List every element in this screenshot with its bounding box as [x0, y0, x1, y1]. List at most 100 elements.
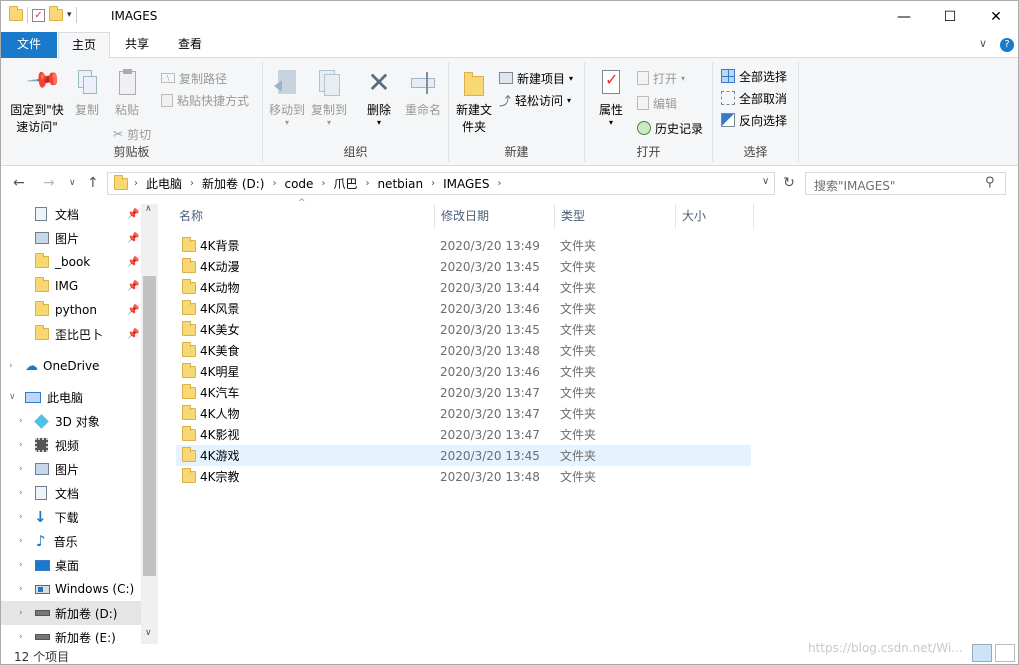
paste-button[interactable]: 粘贴: [109, 68, 145, 119]
table-row[interactable]: 4K美女 2020/3/20 13:45 文件夹: [176, 319, 751, 340]
nav-item-drive-e[interactable]: › 新加卷 (E:): [1, 625, 141, 646]
chevron-right-icon[interactable]: ›: [495, 178, 503, 189]
move-to-button[interactable]: 移动到 ▾: [267, 68, 307, 127]
new-item-button[interactable]: 新建项目 ▾: [499, 68, 573, 88]
nav-item-documents[interactable]: 文档 📌: [1, 202, 141, 226]
table-row[interactable]: 4K游戏 2020/3/20 13:45 文件夹: [176, 445, 751, 466]
nav-item-music[interactable]: › ♪ 音乐: [1, 529, 141, 553]
breadcrumb-paba[interactable]: 爪巴: [327, 175, 363, 192]
pin-icon[interactable]: 📌: [127, 209, 139, 220]
open-button[interactable]: 打开 ▾: [637, 68, 685, 88]
pin-icon[interactable]: 📌: [127, 257, 139, 268]
forward-arrow-icon[interactable]: →: [43, 175, 55, 191]
search-icon[interactable]: ⚲: [985, 175, 995, 190]
details-view-icon[interactable]: [972, 644, 992, 662]
properties-button[interactable]: ✓ 属性 ▾: [591, 68, 631, 127]
column-header-date[interactable]: 修改日期: [435, 204, 555, 229]
address-bar[interactable]: › 此电脑 › 新加卷 (D:) › code › 爪巴 › netbian ›…: [107, 172, 775, 195]
chevron-right-icon[interactable]: ›: [19, 464, 23, 474]
nav-item-desktop[interactable]: › 桌面: [1, 553, 141, 577]
chevron-right-icon[interactable]: ›: [363, 178, 371, 189]
paste-shortcut-button[interactable]: 粘贴快捷方式: [161, 90, 249, 110]
chevron-right-icon[interactable]: ›: [19, 632, 23, 642]
table-row[interactable]: 4K汽车 2020/3/20 13:47 文件夹: [176, 382, 751, 403]
tab-share[interactable]: 共享: [113, 32, 161, 58]
breadcrumb-code[interactable]: code: [278, 177, 319, 191]
nav-scrollbar[interactable]: ∧ ∨: [141, 204, 158, 644]
table-row[interactable]: 4K风景 2020/3/20 13:46 文件夹: [176, 298, 751, 319]
pin-icon[interactable]: 📌: [127, 305, 139, 316]
chevron-right-icon[interactable]: ›: [19, 512, 23, 522]
nav-item-waibibabu[interactable]: 歪比巴卜 📌: [1, 322, 141, 346]
chevron-right-icon[interactable]: ›: [19, 488, 23, 498]
history-button[interactable]: 历史记录: [637, 118, 703, 138]
nav-item-pc-pictures[interactable]: › 图片: [1, 457, 141, 481]
collapse-ribbon-icon[interactable]: ∨: [979, 37, 987, 50]
table-row[interactable]: 4K明星 2020/3/20 13:46 文件夹: [176, 361, 751, 382]
chevron-right-icon[interactable]: ›: [19, 440, 23, 450]
customize-qat-icon[interactable]: ▾: [67, 10, 72, 20]
table-row[interactable]: 4K动漫 2020/3/20 13:45 文件夹: [176, 256, 751, 277]
large-icons-view-icon[interactable]: [995, 644, 1015, 662]
table-row[interactable]: 4K人物 2020/3/20 13:47 文件夹: [176, 403, 751, 424]
pin-icon[interactable]: 📌: [127, 233, 139, 244]
chevron-right-icon[interactable]: ›: [319, 178, 327, 189]
invert-selection-button[interactable]: 反向选择: [721, 110, 787, 130]
nav-item-python[interactable]: python 📌: [1, 298, 141, 322]
nav-item-videos[interactable]: › 视频: [1, 433, 141, 457]
up-arrow-icon[interactable]: ↑: [87, 175, 99, 191]
copy-path-button[interactable]: \ 复制路径: [161, 68, 227, 88]
search-input[interactable]: 搜索"IMAGES": [805, 172, 1006, 195]
help-icon[interactable]: ?: [1000, 38, 1014, 52]
cut-button[interactable]: ✂ 剪切: [113, 124, 151, 144]
table-row[interactable]: 4K动物 2020/3/20 13:44 文件夹: [176, 277, 751, 298]
nav-item-pictures[interactable]: 图片 📌: [1, 226, 141, 250]
pin-icon[interactable]: 📌: [127, 329, 139, 340]
chevron-right-icon[interactable]: ›: [429, 178, 437, 189]
table-row[interactable]: 4K影视 2020/3/20 13:47 文件夹: [176, 424, 751, 445]
scroll-up-icon[interactable]: ∧: [145, 204, 152, 214]
scroll-down-icon[interactable]: ∨: [145, 628, 152, 638]
table-row[interactable]: 4K宗教 2020/3/20 13:48 文件夹: [176, 466, 751, 487]
select-none-button[interactable]: 全部取消: [721, 88, 787, 108]
column-header-name[interactable]: 名称: [173, 204, 435, 229]
tab-home[interactable]: 主页: [58, 32, 110, 59]
nav-item-pc-documents[interactable]: › 文档: [1, 481, 141, 505]
delete-button[interactable]: ✕ 删除 ▾: [359, 68, 399, 127]
new-folder-button[interactable]: 新建文件夹: [453, 70, 495, 136]
nav-item-drive-c[interactable]: › Windows (C:): [1, 577, 141, 601]
new-folder-icon[interactable]: [49, 6, 63, 21]
recent-locations-chevron-icon[interactable]: ∨: [69, 178, 76, 188]
nav-item-img[interactable]: IMG 📌: [1, 274, 141, 298]
chevron-right-icon[interactable]: ›: [188, 178, 196, 189]
column-header-size[interactable]: 大小: [676, 204, 754, 229]
close-button[interactable]: ✕: [973, 1, 1018, 32]
tab-file[interactable]: 文件: [1, 32, 57, 58]
nav-item-onedrive[interactable]: › ☁ OneDrive: [1, 354, 141, 378]
chevron-right-icon[interactable]: ›: [19, 416, 23, 426]
properties-checkbox-icon[interactable]: ✓: [32, 8, 45, 22]
tab-view[interactable]: 查看: [166, 32, 214, 58]
minimize-button[interactable]: —: [881, 1, 927, 32]
nav-item-3d-objects[interactable]: › 3D 对象: [1, 409, 141, 433]
chevron-right-icon[interactable]: ›: [19, 560, 23, 570]
chevron-right-icon[interactable]: ›: [19, 608, 23, 618]
maximize-button[interactable]: ☐: [927, 1, 973, 32]
easy-access-button[interactable]: ⤴ 轻松访问 ▾: [499, 90, 571, 110]
pin-quick-access-button[interactable]: 📌 固定到"快速访问": [7, 62, 67, 136]
refresh-icon[interactable]: ↻: [779, 173, 799, 194]
column-header-type[interactable]: 类型: [555, 204, 676, 229]
chevron-right-icon[interactable]: ›: [19, 584, 23, 594]
nav-item-drive-d[interactable]: › 新加卷 (D:): [1, 601, 141, 625]
back-arrow-icon[interactable]: ←: [13, 175, 25, 191]
copy-to-button[interactable]: 复制到 ▾: [309, 68, 349, 127]
table-row[interactable]: 4K背景 2020/3/20 13:49 文件夹: [176, 235, 751, 256]
select-all-button[interactable]: 全部选择: [721, 66, 787, 86]
chevron-right-icon[interactable]: ›: [19, 536, 23, 546]
nav-item-this-pc[interactable]: ∨ 此电脑: [1, 385, 141, 409]
nav-item-book[interactable]: _book 📌: [1, 250, 141, 274]
chevron-right-icon[interactable]: ›: [132, 178, 140, 189]
chevron-right-icon[interactable]: ›: [9, 361, 13, 371]
rename-button[interactable]: 重命名: [401, 68, 445, 119]
scrollbar-thumb[interactable]: [143, 276, 156, 576]
